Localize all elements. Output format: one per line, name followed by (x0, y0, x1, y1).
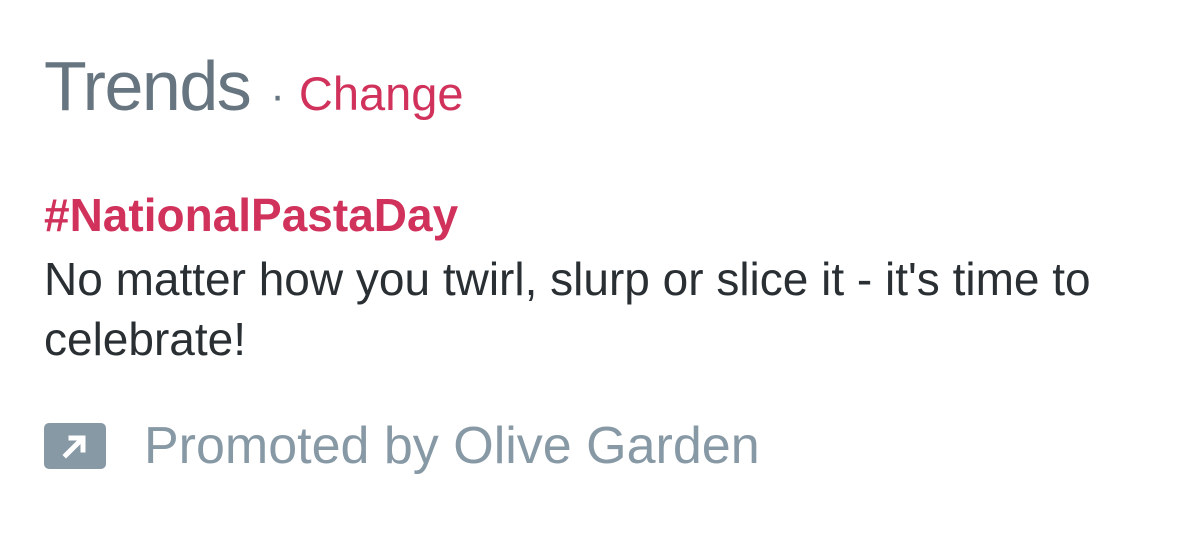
promoted-row: Promoted by Olive Garden (44, 416, 760, 476)
trends-header: Trends · Change (44, 46, 464, 136)
trend-description: No matter how you twirl, slurp or slice … (44, 253, 1091, 365)
promoted-by-label[interactable]: Promoted by Olive Garden (144, 416, 760, 476)
trend-hashtag-link[interactable]: #NationalPastaDay (44, 185, 1174, 245)
promoted-arrow-icon (44, 423, 106, 469)
change-trends-link[interactable]: Change (299, 66, 464, 121)
trends-title: Trends (44, 47, 252, 125)
trends-module: Trends · Change #NationalPastaDay No mat… (44, 0, 1184, 534)
title-separator: · (270, 71, 285, 120)
trend-item[interactable]: #NationalPastaDay No matter how you twir… (44, 185, 1174, 369)
